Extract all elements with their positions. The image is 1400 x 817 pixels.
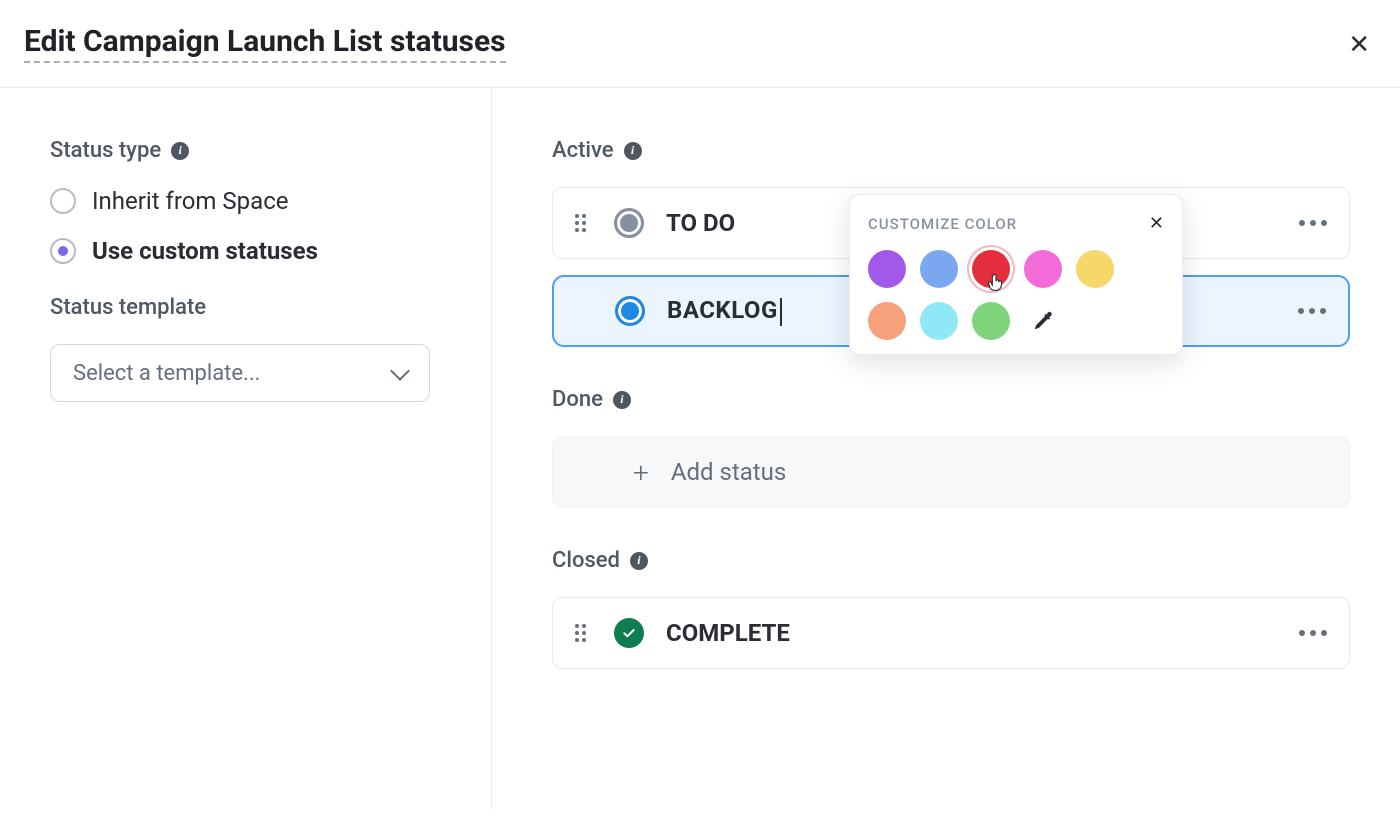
status-name: COMPLETE — [666, 619, 790, 647]
closed-label: Closed — [552, 548, 620, 573]
close-icon: ✕ — [1348, 29, 1370, 59]
status-color-indicator[interactable] — [614, 208, 644, 238]
closed-group: Closed i COMPLETE — [552, 548, 1350, 669]
info-icon[interactable]: i — [613, 391, 631, 409]
popover-header: CUSTOMIZE COLOR ✕ — [868, 213, 1164, 234]
status-type-label: Status type — [50, 138, 161, 163]
done-label: Done — [552, 387, 603, 412]
chevron-down-icon — [390, 361, 410, 381]
status-name: TO DO — [666, 209, 735, 237]
info-icon[interactable]: i — [624, 142, 642, 160]
done-group: Done i + Add status — [552, 387, 1350, 508]
close-icon: ✕ — [1149, 213, 1164, 233]
color-swatch-purple[interactable] — [868, 250, 906, 288]
status-color-indicator[interactable] — [615, 296, 645, 326]
add-status-label: Add status — [671, 458, 786, 486]
status-template-label: Status template — [50, 295, 206, 320]
info-icon[interactable]: i — [171, 142, 189, 160]
info-icon[interactable]: i — [630, 552, 648, 570]
template-select[interactable]: Select a template... — [50, 344, 430, 402]
popover-title: CUSTOMIZE COLOR — [868, 215, 1017, 233]
color-swatch-cyan[interactable] — [920, 302, 958, 340]
color-swatch-red[interactable] — [972, 250, 1010, 288]
modal-body: Status type i Inherit from Space Use cus… — [0, 88, 1400, 809]
color-swatch-pink[interactable] — [1024, 250, 1062, 288]
swatch-grid — [868, 250, 1164, 340]
row-more-button[interactable] — [1298, 308, 1326, 314]
status-row-complete[interactable]: COMPLETE — [552, 597, 1350, 669]
radio-icon-selected — [50, 238, 76, 264]
status-color-check-icon[interactable] — [614, 618, 644, 648]
add-status-button[interactable]: + Add status — [552, 436, 1350, 508]
left-panel: Status type i Inherit from Space Use cus… — [0, 88, 492, 809]
plus-icon: + — [633, 456, 649, 489]
status-template-label-row: Status template — [50, 295, 451, 320]
status-name-input[interactable]: BACKLOG — [667, 296, 782, 326]
closed-label-row: Closed i — [552, 548, 1350, 573]
active-label-row: Active i — [552, 138, 1350, 163]
close-button[interactable]: ✕ — [1348, 31, 1370, 57]
drag-handle-icon[interactable] — [575, 624, 586, 642]
drag-handle-icon[interactable] — [575, 214, 586, 232]
radio-inherit-from-space[interactable]: Inherit from Space — [50, 187, 451, 215]
eyedropper-button[interactable] — [1024, 302, 1062, 340]
row-more-button[interactable] — [1299, 630, 1327, 636]
row-more-button[interactable] — [1299, 220, 1327, 226]
radio-use-custom-statuses[interactable]: Use custom statuses — [50, 237, 451, 265]
right-panel: Active i TO DO — [492, 88, 1400, 809]
color-swatch-blue[interactable] — [920, 250, 958, 288]
text-caret — [780, 298, 782, 326]
modal-title: Edit Campaign Launch List statuses — [24, 24, 506, 63]
eyedropper-icon — [1032, 310, 1054, 332]
status-type-label-row: Status type i — [50, 138, 451, 163]
color-swatch-yellow[interactable] — [1076, 250, 1114, 288]
done-label-row: Done i — [552, 387, 1350, 412]
radio-label-inherit: Inherit from Space — [92, 187, 289, 215]
modal-header: Edit Campaign Launch List statuses ✕ — [0, 0, 1400, 88]
radio-label-custom: Use custom statuses — [92, 237, 318, 265]
color-picker-popover: CUSTOMIZE COLOR ✕ — [849, 194, 1183, 355]
popover-close-button[interactable]: ✕ — [1149, 213, 1164, 234]
color-swatch-orange[interactable] — [868, 302, 906, 340]
radio-icon — [50, 188, 76, 214]
template-select-placeholder: Select a template... — [73, 361, 260, 386]
active-label: Active — [552, 138, 614, 163]
color-swatch-green[interactable] — [972, 302, 1010, 340]
